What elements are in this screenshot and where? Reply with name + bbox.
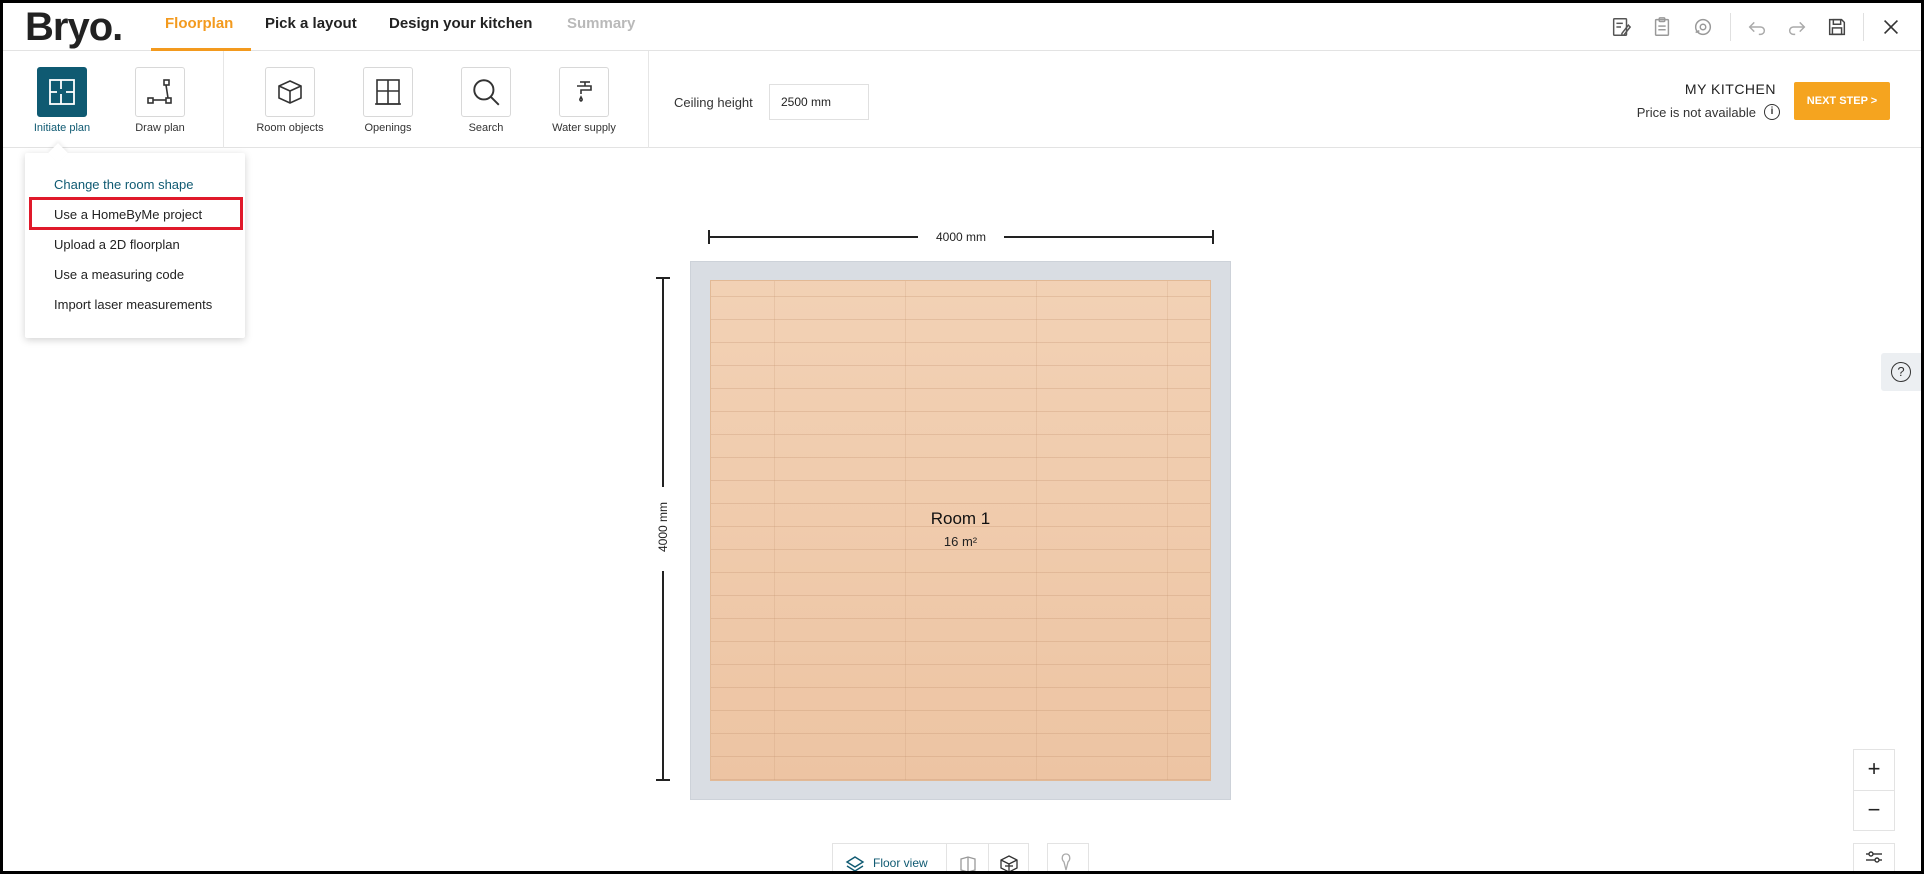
floorplan-canvas[interactable]: 4000 mm 4000 mm Room 1 16 m² ? + − Floor… <box>3 149 1921 871</box>
faucet-icon <box>559 67 609 117</box>
help-icon: ? <box>1891 362 1911 382</box>
settings-sliders-button[interactable] <box>1853 843 1895 871</box>
width-dimension: 4000 mm <box>708 230 1214 244</box>
ceiling-height-label: Ceiling height <box>674 95 753 110</box>
dimension-line <box>662 571 664 781</box>
top-divider <box>1730 13 1731 41</box>
clipboard-icon[interactable] <box>1651 16 1673 38</box>
zoom-out-button[interactable]: − <box>1854 791 1894 831</box>
dimension-line <box>1004 236 1214 238</box>
dimension-tick <box>656 779 670 781</box>
camera-360-icon[interactable] <box>1692 16 1714 38</box>
cube-icon <box>265 67 315 117</box>
ceiling-height-input[interactable] <box>769 84 869 120</box>
tool-openings[interactable]: Openings <box>343 67 433 134</box>
search-icon <box>461 67 511 117</box>
help-button[interactable]: ? <box>1881 353 1921 391</box>
height-dimension-label: 4000 mm <box>656 501 670 553</box>
height-dimension: 4000 mm <box>656 277 670 781</box>
tool-label: Room objects <box>256 122 324 134</box>
undo-icon[interactable] <box>1746 16 1768 38</box>
viewbar-divider <box>988 844 989 871</box>
close-icon[interactable] <box>1880 16 1902 38</box>
toolbar-divider <box>648 51 649 148</box>
room-area: 16 m² <box>943 534 978 549</box>
dimension-tick <box>1212 230 1214 244</box>
pin-icon <box>1061 853 1071 871</box>
toolbar-divider <box>223 51 224 148</box>
window-icon <box>363 67 413 117</box>
initiate-plan-icon <box>37 67 87 117</box>
tab-summary[interactable]: Summary <box>567 15 635 32</box>
sliders-icon <box>1866 851 1882 863</box>
tab-floorplan[interactable]: Floorplan <box>165 15 233 32</box>
draw-plan-icon <box>135 67 185 117</box>
width-dimension-label: 4000 mm <box>935 230 987 244</box>
tool-search[interactable]: Search <box>441 67 531 134</box>
floor-view-button[interactable]: Floor view <box>833 844 947 871</box>
room-floor[interactable] <box>710 280 1211 781</box>
app-window: Bryo. Floorplan Pick a layout Design you… <box>3 3 1921 871</box>
tool-label: Search <box>468 122 504 134</box>
tool-label: Draw plan <box>135 122 185 134</box>
tool-label: Water supply <box>552 122 616 134</box>
save-icon[interactable] <box>1826 16 1848 38</box>
tab-pick-a-layout[interactable]: Pick a layout <box>265 15 357 32</box>
dimension-line <box>708 236 918 238</box>
room-name: Room 1 <box>930 509 991 528</box>
tool-initiate-plan[interactable]: Initiate plan <box>17 67 107 134</box>
pin-view-button[interactable] <box>1047 843 1089 871</box>
info-icon[interactable]: i <box>1764 104 1780 120</box>
floor-view-icon <box>845 856 865 871</box>
3d-view-icon[interactable] <box>999 854 1019 871</box>
tab-design-your-kitchen[interactable]: Design your kitchen <box>389 15 532 32</box>
next-step-button[interactable]: NEXT STEP > <box>1794 82 1890 120</box>
zoom-controls: + − <box>1853 749 1895 831</box>
price-status: Price is not available <box>1636 105 1756 120</box>
top-divider <box>1863 13 1864 41</box>
dimension-line <box>662 277 664 487</box>
wall-view-icon[interactable] <box>958 854 978 871</box>
bryo-logo: Bryo. <box>25 5 123 49</box>
kitchen-name: MY KITCHEN <box>1684 81 1776 97</box>
tool-label: Openings <box>364 122 412 134</box>
edit-list-icon[interactable] <box>1610 16 1632 38</box>
top-bar: Bryo. Floorplan Pick a layout Design you… <box>3 3 1921 51</box>
tool-draw-plan[interactable]: Draw plan <box>115 67 205 134</box>
floor-view-label: Floor view <box>873 856 928 870</box>
view-mode-bar: Floor view <box>832 843 1029 871</box>
zoom-in-button[interactable]: + <box>1854 750 1894 790</box>
redo-icon[interactable] <box>1786 16 1808 38</box>
toolbar: Initiate plan Draw plan Room objects Ope… <box>3 51 1921 148</box>
tool-room-objects[interactable]: Room objects <box>245 67 335 134</box>
tool-water-supply[interactable]: Water supply <box>539 67 629 134</box>
tool-label: Initiate plan <box>33 122 91 134</box>
